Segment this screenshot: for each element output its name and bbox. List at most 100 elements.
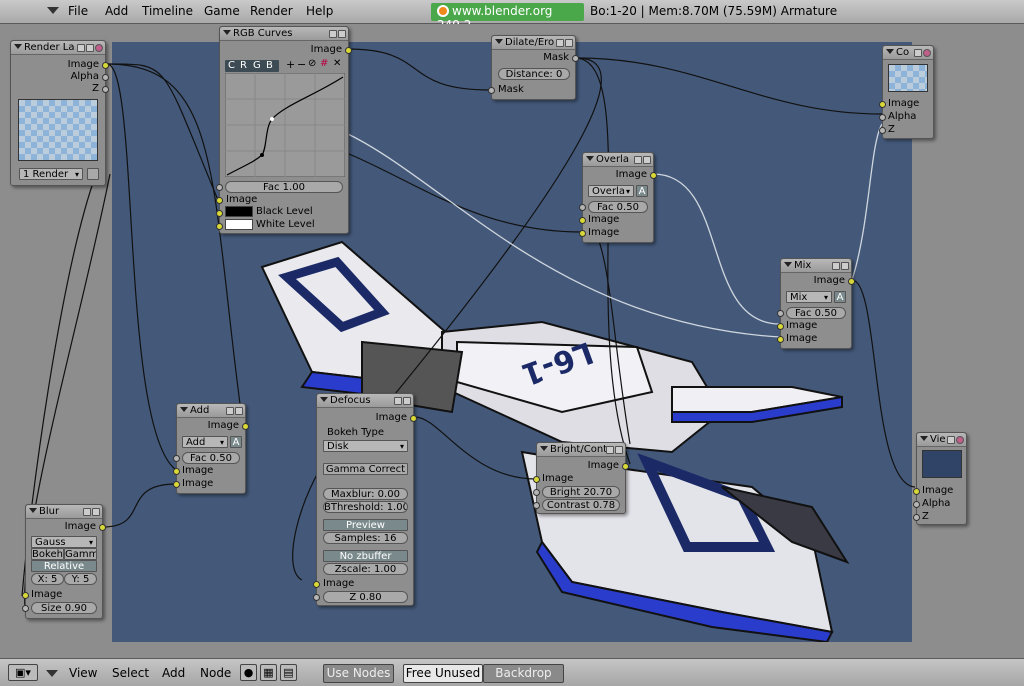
collapse-arrow-icon[interactable] [920,436,928,441]
overlay-fac-field[interactable]: Fac 0.50 [588,201,648,213]
render-layers-z-socket[interactable] [102,86,109,93]
viewer-z-socket[interactable] [913,514,920,521]
mix-image1-socket[interactable] [777,323,784,330]
node-hide-toggle[interactable] [95,44,103,52]
menu-help[interactable]: Help [306,4,333,18]
bright-contrast-image-in-socket[interactable] [533,476,540,483]
contrast-field[interactable]: Contrast 0.78 [542,499,620,511]
clip-icon[interactable]: # [320,58,328,69]
composite-alpha-socket[interactable] [879,114,886,121]
render-layers-header[interactable]: Render La [11,41,105,55]
node-options-toggle[interactable] [643,156,651,164]
shader-nodes-icon[interactable]: ● [240,664,257,681]
free-unused-toggle[interactable]: Free Unused [403,664,483,683]
node-preview-toggle[interactable] [947,436,955,444]
bright-field[interactable]: Bright 20.70 [542,486,620,498]
menu-node[interactable]: Node [200,666,231,680]
bthreshold-field[interactable]: BThreshold: 1.00 [323,501,408,513]
mix-node[interactable]: Mix Image Mix A Fac 0.50 Image Image [777,258,855,349]
add-header[interactable]: Add [177,404,245,418]
channel-b[interactable]: B [266,60,273,71]
black-level-swatch[interactable] [225,206,253,217]
blur-size-socket[interactable] [22,605,29,612]
composite-nodes-icon[interactable]: ▦ [260,664,277,681]
node-preview-toggle[interactable] [329,30,337,38]
backdrop-toggle[interactable]: Backdrop [483,664,564,683]
node-preview-toggle[interactable] [556,39,564,47]
blur-header[interactable]: Blur [26,505,102,519]
menu-select[interactable]: Select [112,666,149,680]
node-editor[interactable]: L6-1 Render La Image Alpha Z 1 Render ▾ … [0,24,1024,658]
dilate-erode-header[interactable]: Dilate/Ero [492,36,575,50]
menu-add[interactable]: Add [105,4,128,18]
blur-filter-select[interactable]: Gauss [31,536,97,548]
render-button[interactable] [87,168,99,180]
blur-x-field[interactable]: X: 5 [31,573,64,585]
add-fac-socket[interactable] [173,455,180,462]
menu-add-node[interactable]: Add [162,666,185,680]
editor-type-selector[interactable]: ▣▾ [8,664,38,681]
add-image2-socket[interactable] [173,481,180,488]
collapse-header-icon[interactable] [46,670,58,677]
zoom-out-icon[interactable]: − [297,58,306,71]
use-nodes-toggle[interactable]: Use Nodes [323,664,394,683]
collapse-arrow-icon[interactable] [784,262,792,267]
node-options-toggle[interactable] [615,446,623,454]
samples-field[interactable]: Samples: 16 [323,532,408,544]
node-preview-toggle[interactable] [394,397,402,405]
blur-relative-toggle[interactable]: Relative [31,560,97,572]
add-image1-socket[interactable] [173,468,180,475]
menu-view[interactable]: View [69,666,97,680]
delete-point-icon[interactable]: ✕ [333,58,341,69]
overlay-fac-socket[interactable] [579,204,586,211]
node-preview-toggle[interactable] [832,262,840,270]
collapse-arrow-icon[interactable] [886,49,894,54]
add-node[interactable]: Add Image Add A Fac 0.50 Image Image [173,403,249,494]
blur-size-field[interactable]: Size 0.90 [31,602,97,614]
rgb-curves-fac-field[interactable]: Fac 1.00 [225,181,343,193]
bright-contrast-image-out-socket[interactable] [622,463,629,470]
add-alpha-toggle[interactable]: A [230,436,242,448]
defocus-header[interactable]: Defocus [317,394,413,408]
node-options-toggle[interactable] [92,508,100,516]
rgb-curves-image-out-socket[interactable] [345,47,352,54]
channel-g[interactable]: G [253,60,261,71]
defocus-image-out-socket[interactable] [410,415,417,422]
composite-image-socket[interactable] [879,101,886,108]
blur-image-in-socket[interactable] [22,592,29,599]
bright-contrast-header[interactable]: Bright/Cont [537,443,625,457]
defocus-image-in-socket[interactable] [313,581,320,588]
node-options-toggle[interactable] [338,30,346,38]
blender-url-badge[interactable]: www.blender.org 249.2 [431,3,584,32]
add-fac-field[interactable]: Fac 0.50 [182,452,240,464]
preview-toggle[interactable]: Preview [323,519,408,531]
collapse-arrow-icon[interactable] [495,39,503,44]
blur-gamma-toggle[interactable]: Gamm [64,548,97,560]
channel-r[interactable]: R [240,60,247,71]
mix-alpha-toggle[interactable]: A [834,291,846,303]
node-options-toggle[interactable] [235,407,243,415]
collapse-arrow-icon[interactable] [14,44,22,49]
no-zbuffer-toggle[interactable]: No zbuffer [323,550,408,562]
defocus-z-field[interactable]: Z 0.80 [323,591,408,603]
blur-image-out-socket[interactable] [99,524,106,531]
rgb-curves-header[interactable]: RGB Curves [220,27,348,41]
gamma-correct-toggle[interactable]: Gamma Correct [323,463,408,475]
render-layers-alpha-socket[interactable] [102,74,109,81]
node-preview-toggle[interactable] [226,407,234,415]
blur-node[interactable]: Blur Image Gauss Bokeh Gamm Relative X: … [22,504,106,619]
render-layers-image-socket[interactable] [102,62,109,69]
contrast-socket[interactable] [533,502,540,509]
viewer-alpha-socket[interactable] [913,501,920,508]
collapse-arrow-icon[interactable] [180,407,188,412]
black-level-socket[interactable] [216,210,223,217]
menu-file[interactable]: File [68,4,88,18]
white-level-swatch[interactable] [225,219,253,230]
composite-node[interactable]: Co Image Alpha Z [879,45,934,139]
collapse-arrow-icon[interactable] [586,156,594,161]
overlay-alpha-toggle[interactable]: A [636,185,648,197]
overlay-node[interactable]: Overla Image Overla A Fac 0.50 Image Ima… [579,152,657,243]
viewer-header[interactable]: Vie [917,433,966,447]
collapse-arrow-icon[interactable] [223,30,231,35]
node-options-toggle[interactable] [841,262,849,270]
